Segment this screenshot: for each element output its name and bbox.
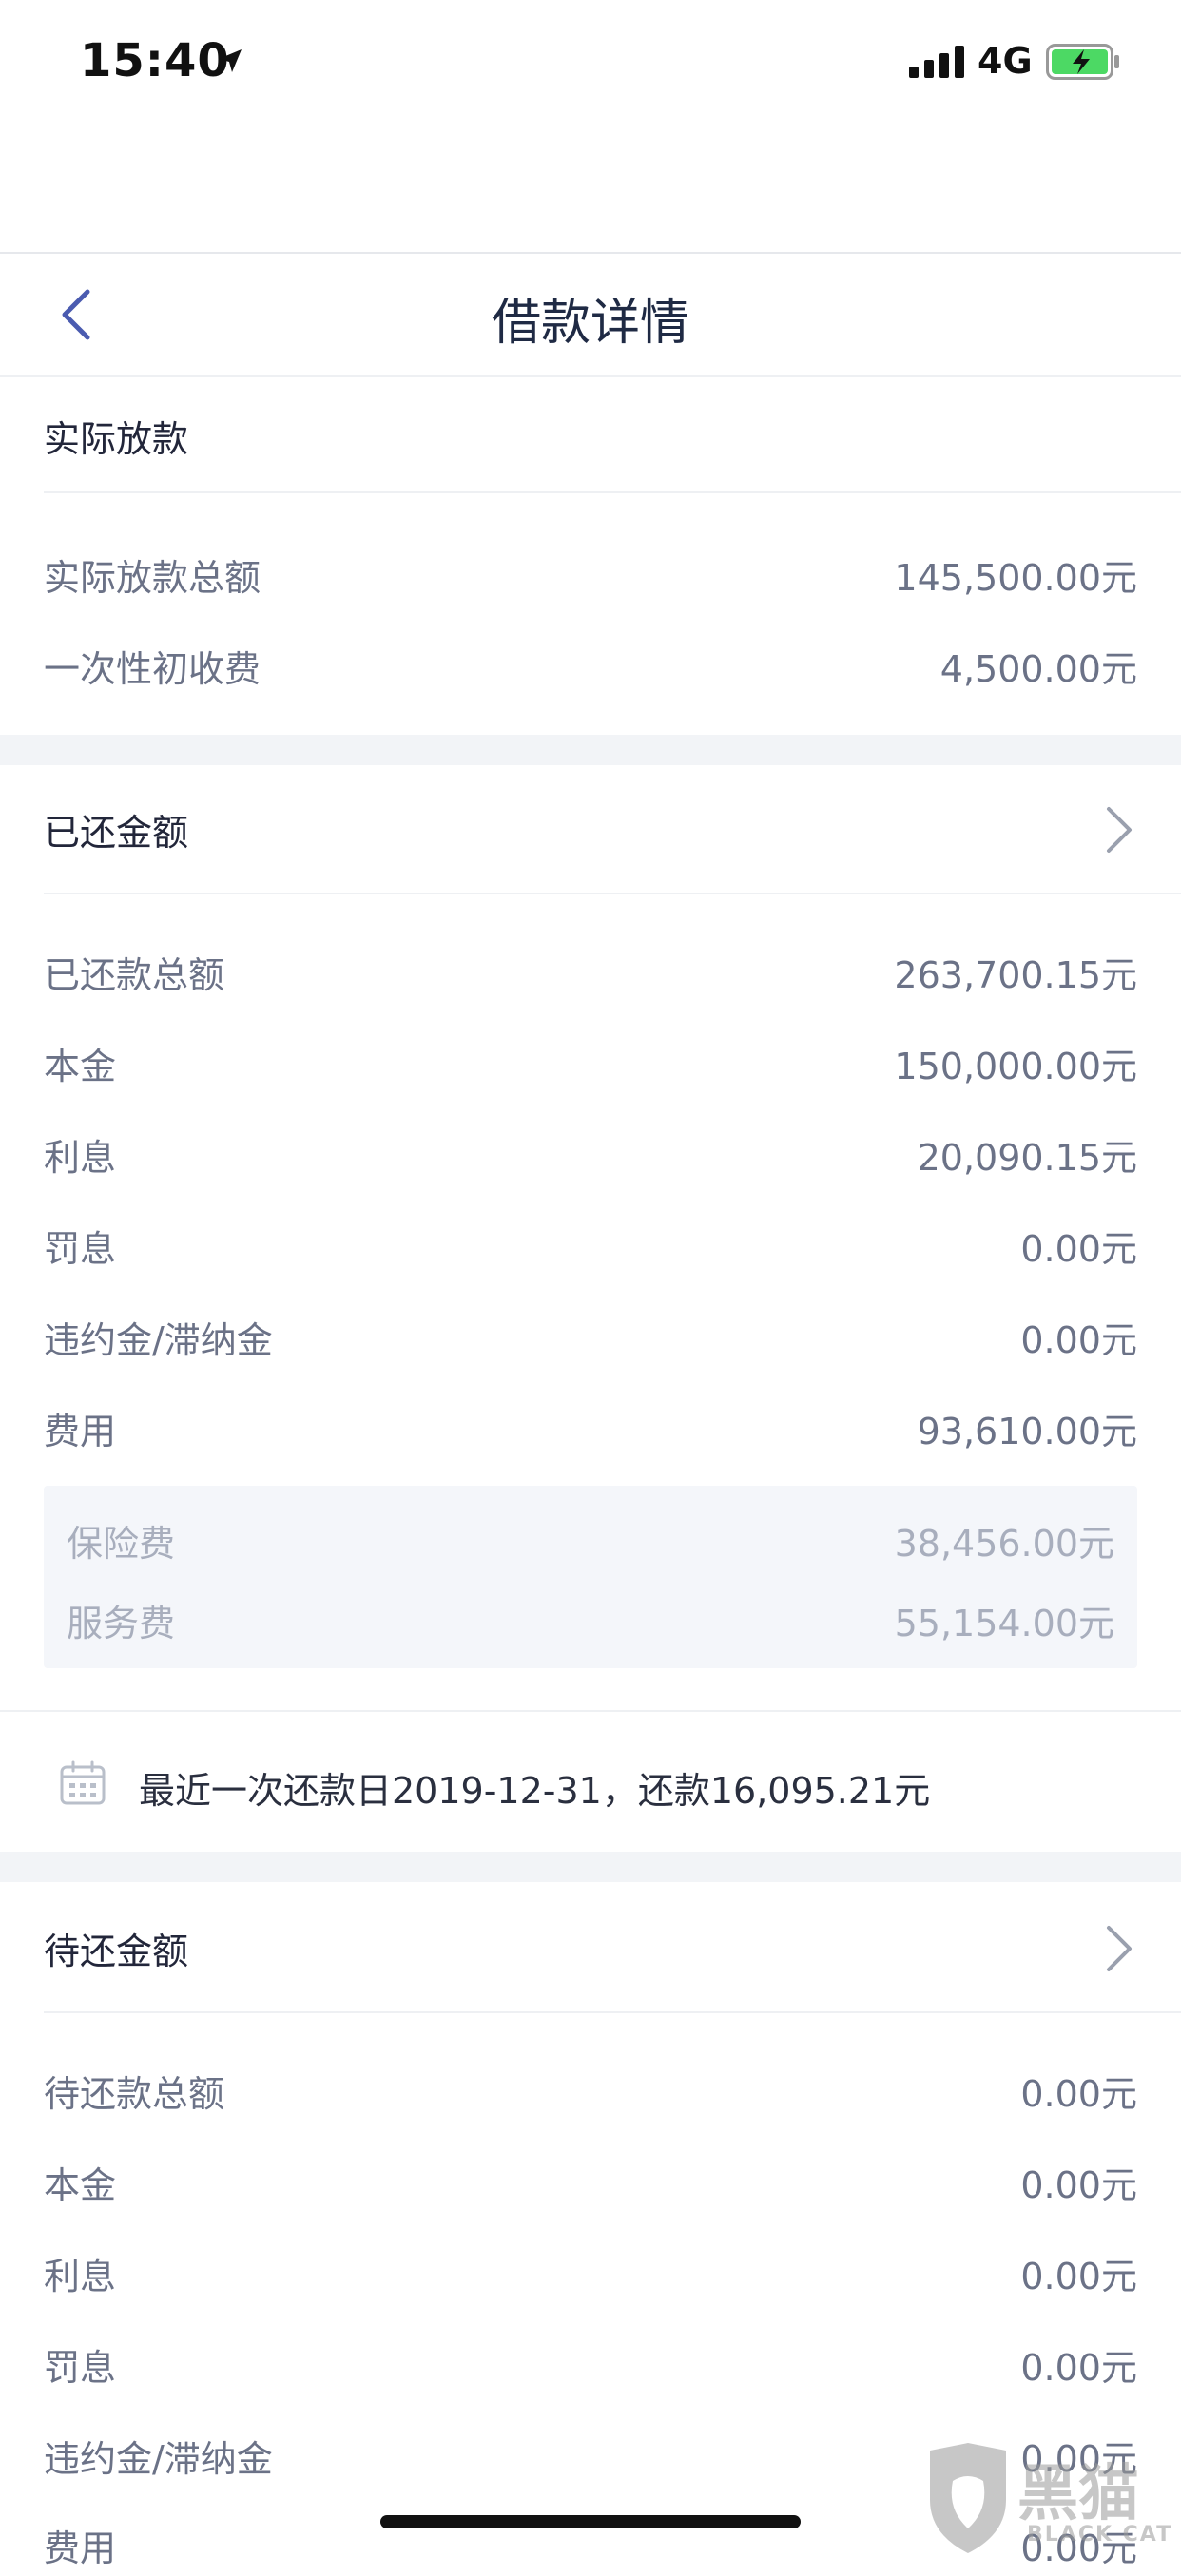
row-label: 利息 — [44, 1137, 117, 1179]
nav-header: 借款详情 — [0, 254, 1181, 377]
row-value: 4,500.00元 — [939, 648, 1137, 690]
notice-text: 最近一次还款日2019-12-31，还款16,095.21元 — [139, 1770, 931, 1812]
fee-value: 55,154.00元 — [894, 1603, 1114, 1644]
last-payment-notice: 最近一次还款日2019-12-31，还款16,095.21元 — [0, 1710, 1181, 1855]
repaid-section: 已还金额 已还款总额 263,700.15元 本金 150,000.00元 利息… — [0, 765, 1181, 1855]
row-value: 0.00元 — [1020, 1228, 1137, 1270]
calendar-icon — [60, 1760, 106, 1805]
fee-label: 保险费 — [67, 1523, 176, 1565]
row-label: 本金 — [44, 1046, 117, 1087]
home-indicator[interactable] — [380, 2515, 801, 2528]
watermark: 黑猫 BLACK CAT — [922, 2443, 1181, 2555]
location-arrow-icon — [219, 49, 242, 72]
battery-charging-icon — [1046, 44, 1119, 80]
list-item: 费用 93,610.00元 — [44, 1402, 1137, 1459]
actual-loan-header: 实际放款 — [44, 377, 1181, 493]
list-item: 本金 150,000.00元 — [44, 1037, 1137, 1094]
row-value: 0.00元 — [1020, 2256, 1137, 2297]
row-value: 93,610.00元 — [917, 1411, 1137, 1452]
list-item: 利息 0.00元 — [44, 2247, 1137, 2304]
list-item: 违约金/滞纳金 0.00元 — [44, 1311, 1137, 1368]
row-label: 费用 — [44, 1411, 117, 1452]
row-label: 已还款总额 — [44, 954, 225, 996]
row-label: 待还款总额 — [44, 2073, 225, 2115]
top-spacer — [0, 133, 1181, 254]
watermark-subtext: BLACK CAT — [1027, 2523, 1173, 2547]
page-title: 借款详情 — [491, 295, 689, 352]
section-title: 待还金额 — [44, 1931, 189, 1972]
pending-header[interactable]: 待还金额 — [44, 1882, 1181, 2013]
list-item: 服务费 55,154.00元 — [67, 1594, 1114, 1647]
fee-label: 服务费 — [67, 1603, 176, 1644]
chevron-right-icon — [1107, 1926, 1132, 1971]
row-label: 费用 — [44, 2528, 117, 2569]
section-title: 已还金额 — [44, 812, 189, 854]
row-label: 罚息 — [44, 1228, 117, 1270]
repaid-header[interactable]: 已还金额 — [44, 765, 1181, 894]
row-label: 罚息 — [44, 2347, 117, 2389]
status-bar: 15:40 4G — [0, 0, 1181, 133]
row-label: 违约金/滞纳金 — [44, 2438, 273, 2480]
status-time: 15:40 — [80, 34, 230, 87]
row-value: 145,500.00元 — [894, 557, 1137, 599]
row-label: 实际放款总额 — [44, 557, 261, 599]
row-label: 本金 — [44, 2164, 117, 2206]
section-divider — [0, 735, 1181, 765]
row-value: 20,090.15元 — [917, 1137, 1137, 1179]
actual-loan-section: 实际放款 实际放款总额 145,500.00元 一次性初收费 4,500.00元 — [0, 377, 1181, 735]
row-value: 0.00元 — [1020, 2347, 1137, 2389]
fee-breakdown: 保险费 38,456.00元 服务费 55,154.00元 — [44, 1486, 1137, 1668]
list-item: 罚息 0.00元 — [44, 2338, 1137, 2395]
list-item: 实际放款总额 145,500.00元 — [44, 548, 1137, 606]
chevron-right-icon — [1107, 807, 1132, 853]
list-item: 利息 20,090.15元 — [44, 1128, 1137, 1185]
row-value: 0.00元 — [1020, 2073, 1137, 2115]
list-item: 罚息 0.00元 — [44, 1220, 1137, 1277]
fee-value: 38,456.00元 — [894, 1523, 1114, 1565]
section-divider — [0, 1852, 1181, 1882]
signal-icon — [909, 46, 964, 78]
row-label: 一次性初收费 — [44, 648, 261, 690]
list-item: 待还款总额 0.00元 — [44, 2065, 1137, 2122]
row-label: 利息 — [44, 2256, 117, 2297]
list-item: 保险费 38,456.00元 — [67, 1514, 1114, 1567]
list-item: 已还款总额 263,700.15元 — [44, 946, 1137, 1003]
row-value: 0.00元 — [1020, 1319, 1137, 1361]
watermark-text: 黑猫 — [1017, 2459, 1139, 2529]
cat-shield-icon — [930, 2443, 1006, 2553]
row-value: 263,700.15元 — [894, 954, 1137, 996]
section-title: 实际放款 — [44, 418, 189, 460]
row-value: 0.00元 — [1020, 2164, 1137, 2206]
list-item: 一次性初收费 4,500.00元 — [44, 640, 1137, 697]
row-label: 违约金/滞纳金 — [44, 1319, 273, 1361]
list-item: 本金 0.00元 — [44, 2156, 1137, 2213]
row-value: 150,000.00元 — [894, 1046, 1137, 1087]
network-type: 4G — [978, 40, 1033, 82]
